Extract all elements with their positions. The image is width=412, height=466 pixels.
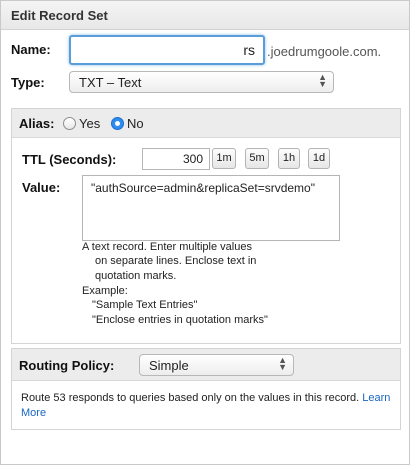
value-help-line: A text record. Enter multiple values [82, 241, 252, 253]
alias-label: Alias: [19, 116, 55, 131]
type-select-value: TXT – Text [79, 75, 142, 90]
value-help-line: on separate lines. Enclose text in [95, 255, 257, 267]
routing-policy-value: Simple [149, 358, 189, 373]
type-label: Type: [11, 75, 45, 90]
ttl-1h-button[interactable]: 1h [278, 148, 300, 169]
value-help-example: "Enclose entries in quotation marks" [92, 314, 268, 326]
routing-policy-label: Routing Policy: [19, 358, 115, 373]
ttl-5m-button[interactable]: 5m [245, 148, 269, 169]
ttl-input[interactable] [142, 148, 210, 170]
panel-header: Edit Record Set [1, 1, 409, 30]
ttl-1d-button[interactable]: 1d [308, 148, 330, 169]
routing-description-text: Route 53 responds to queries based only … [21, 392, 360, 404]
routing-description: Route 53 responds to queries based only … [21, 391, 393, 421]
value-label: Value: [22, 180, 61, 195]
routing-policy-select[interactable]: Simple ▲ ▼ [139, 354, 294, 376]
routing-policy-section: Routing Policy: Simple ▲ ▼ Route 53 respo… [11, 348, 401, 430]
record-details-section: Alias: Yes No TTL (Seconds): 1m 5m 1h 1d… [11, 108, 401, 344]
ttl-1m-button[interactable]: 1m [212, 148, 236, 169]
name-input[interactable] [69, 35, 265, 65]
ttl-label: TTL (Seconds): [22, 152, 117, 167]
alias-yes-radio[interactable] [63, 117, 76, 130]
name-label: Name: [11, 42, 51, 57]
value-help-line: Example: [82, 285, 128, 297]
edit-record-set-panel: Edit Record Set Name: .joedrumgoole.com.… [0, 0, 410, 465]
alias-bar: Alias: Yes No [12, 109, 400, 138]
alias-no-label[interactable]: No [127, 116, 144, 131]
select-arrows-icon: ▲ ▼ [318, 72, 327, 89]
type-select[interactable]: TXT – Text ▲ ▼ [69, 71, 334, 93]
value-textarea[interactable]: "authSource=admin&replicaSet=srvdemo" [82, 175, 340, 241]
domain-suffix: .joedrumgoole.com. [267, 44, 382, 59]
routing-bar: Routing Policy: Simple ▲ ▼ [12, 349, 400, 381]
value-help-example: "Sample Text Entries" [92, 299, 198, 311]
alias-no-radio[interactable] [111, 117, 124, 130]
panel-title: Edit Record Set [11, 8, 108, 23]
select-arrows-icon: ▲ ▼ [278, 355, 287, 372]
alias-yes-label[interactable]: Yes [79, 116, 100, 131]
value-help-line: quotation marks. [95, 270, 177, 282]
